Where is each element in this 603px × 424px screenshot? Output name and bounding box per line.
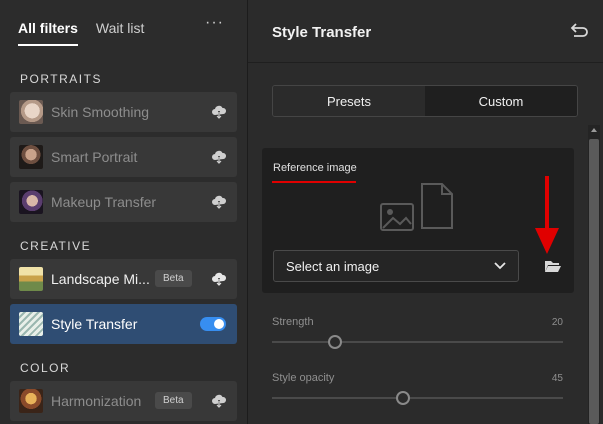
folder-open-icon[interactable] xyxy=(544,258,562,274)
beta-badge: Beta xyxy=(155,392,192,409)
cloud-download-icon[interactable] xyxy=(211,194,227,210)
makeup-transfer-thumbnail xyxy=(19,190,43,214)
style-opacity-label: Style opacity xyxy=(272,372,335,384)
strength-value: 20 xyxy=(551,317,563,328)
filter-item-label: Landscape Mi... xyxy=(51,271,150,287)
image-placeholder-icon xyxy=(380,183,453,231)
style-transfer-thumbnail xyxy=(19,312,43,336)
filter-item-skin-smoothing[interactable]: Skin Smoothing xyxy=(10,92,237,132)
style-transfer-toggle[interactable] xyxy=(200,317,226,331)
header-divider xyxy=(248,62,603,63)
smart-portrait-thumbnail xyxy=(19,145,43,169)
style-opacity-value: 45 xyxy=(551,373,563,384)
strength-slider-thumb[interactable] xyxy=(328,335,342,349)
filter-item-label: Makeup Transfer xyxy=(51,194,157,210)
filter-settings-panel: Style Transfer Presets Custom Reference … xyxy=(248,0,603,424)
presets-custom-switch: Presets Custom xyxy=(272,85,578,117)
filter-item-label: Smart Portrait xyxy=(51,149,138,165)
harmonization-thumbnail xyxy=(19,389,43,413)
reference-image-card: Reference image Select an image xyxy=(262,148,574,293)
cloud-download-icon[interactable] xyxy=(211,104,227,120)
filter-item-landscape-mixer[interactable]: Landscape Mi... Beta xyxy=(10,259,237,299)
filters-panel: All filters Wait list ··· PORTRAITS Skin… xyxy=(0,0,247,424)
section-title-creative: CREATIVE xyxy=(20,239,92,253)
filter-item-makeup-transfer[interactable]: Makeup Transfer xyxy=(10,182,237,222)
filter-item-label: Style Transfer xyxy=(51,316,138,332)
filter-item-style-transfer[interactable]: Style Transfer xyxy=(10,304,237,344)
tab-presets[interactable]: Presets xyxy=(273,86,425,116)
reference-image-label: Reference image xyxy=(273,162,357,174)
strength-slider-track[interactable] xyxy=(272,341,563,343)
section-title-portraits: PORTRAITS xyxy=(20,72,102,86)
undo-icon[interactable] xyxy=(568,22,590,40)
cloud-download-icon[interactable] xyxy=(211,149,227,165)
landscape-mixer-thumbnail xyxy=(19,267,43,291)
skin-smoothing-thumbnail xyxy=(19,100,43,124)
annotation-underline xyxy=(272,181,356,183)
image-select-value: Select an image xyxy=(286,258,380,274)
more-options-icon[interactable]: ··· xyxy=(205,14,224,32)
filter-item-label: Skin Smoothing xyxy=(51,104,150,120)
filter-item-label: Harmonization xyxy=(51,393,142,409)
section-title-color: COLOR xyxy=(20,361,71,375)
panel-title: Style Transfer xyxy=(272,24,372,41)
filter-item-harmonization[interactable]: Harmonization Beta xyxy=(10,381,237,421)
scroll-up-arrow-icon[interactable] xyxy=(591,128,597,132)
tab-wait-list[interactable]: Wait list xyxy=(96,20,144,46)
filter-tabs: All filters Wait list xyxy=(18,20,144,50)
tab-all-filters[interactable]: All filters xyxy=(18,20,78,46)
chevron-down-icon xyxy=(494,262,506,270)
strength-label: Strength xyxy=(272,316,314,328)
cloud-download-icon[interactable] xyxy=(211,271,227,287)
cloud-download-icon[interactable] xyxy=(211,393,227,409)
style-opacity-slider-thumb[interactable] xyxy=(396,391,410,405)
filter-item-smart-portrait[interactable]: Smart Portrait xyxy=(10,137,237,177)
annotation-arrow xyxy=(535,176,559,254)
tab-custom[interactable]: Custom xyxy=(425,86,577,116)
image-select-dropdown[interactable]: Select an image xyxy=(273,250,519,282)
scrollbar-thumb[interactable] xyxy=(589,139,599,424)
style-opacity-slider-track[interactable] xyxy=(272,397,563,399)
beta-badge: Beta xyxy=(155,270,192,287)
panel-scrollbar[interactable] xyxy=(588,125,600,424)
